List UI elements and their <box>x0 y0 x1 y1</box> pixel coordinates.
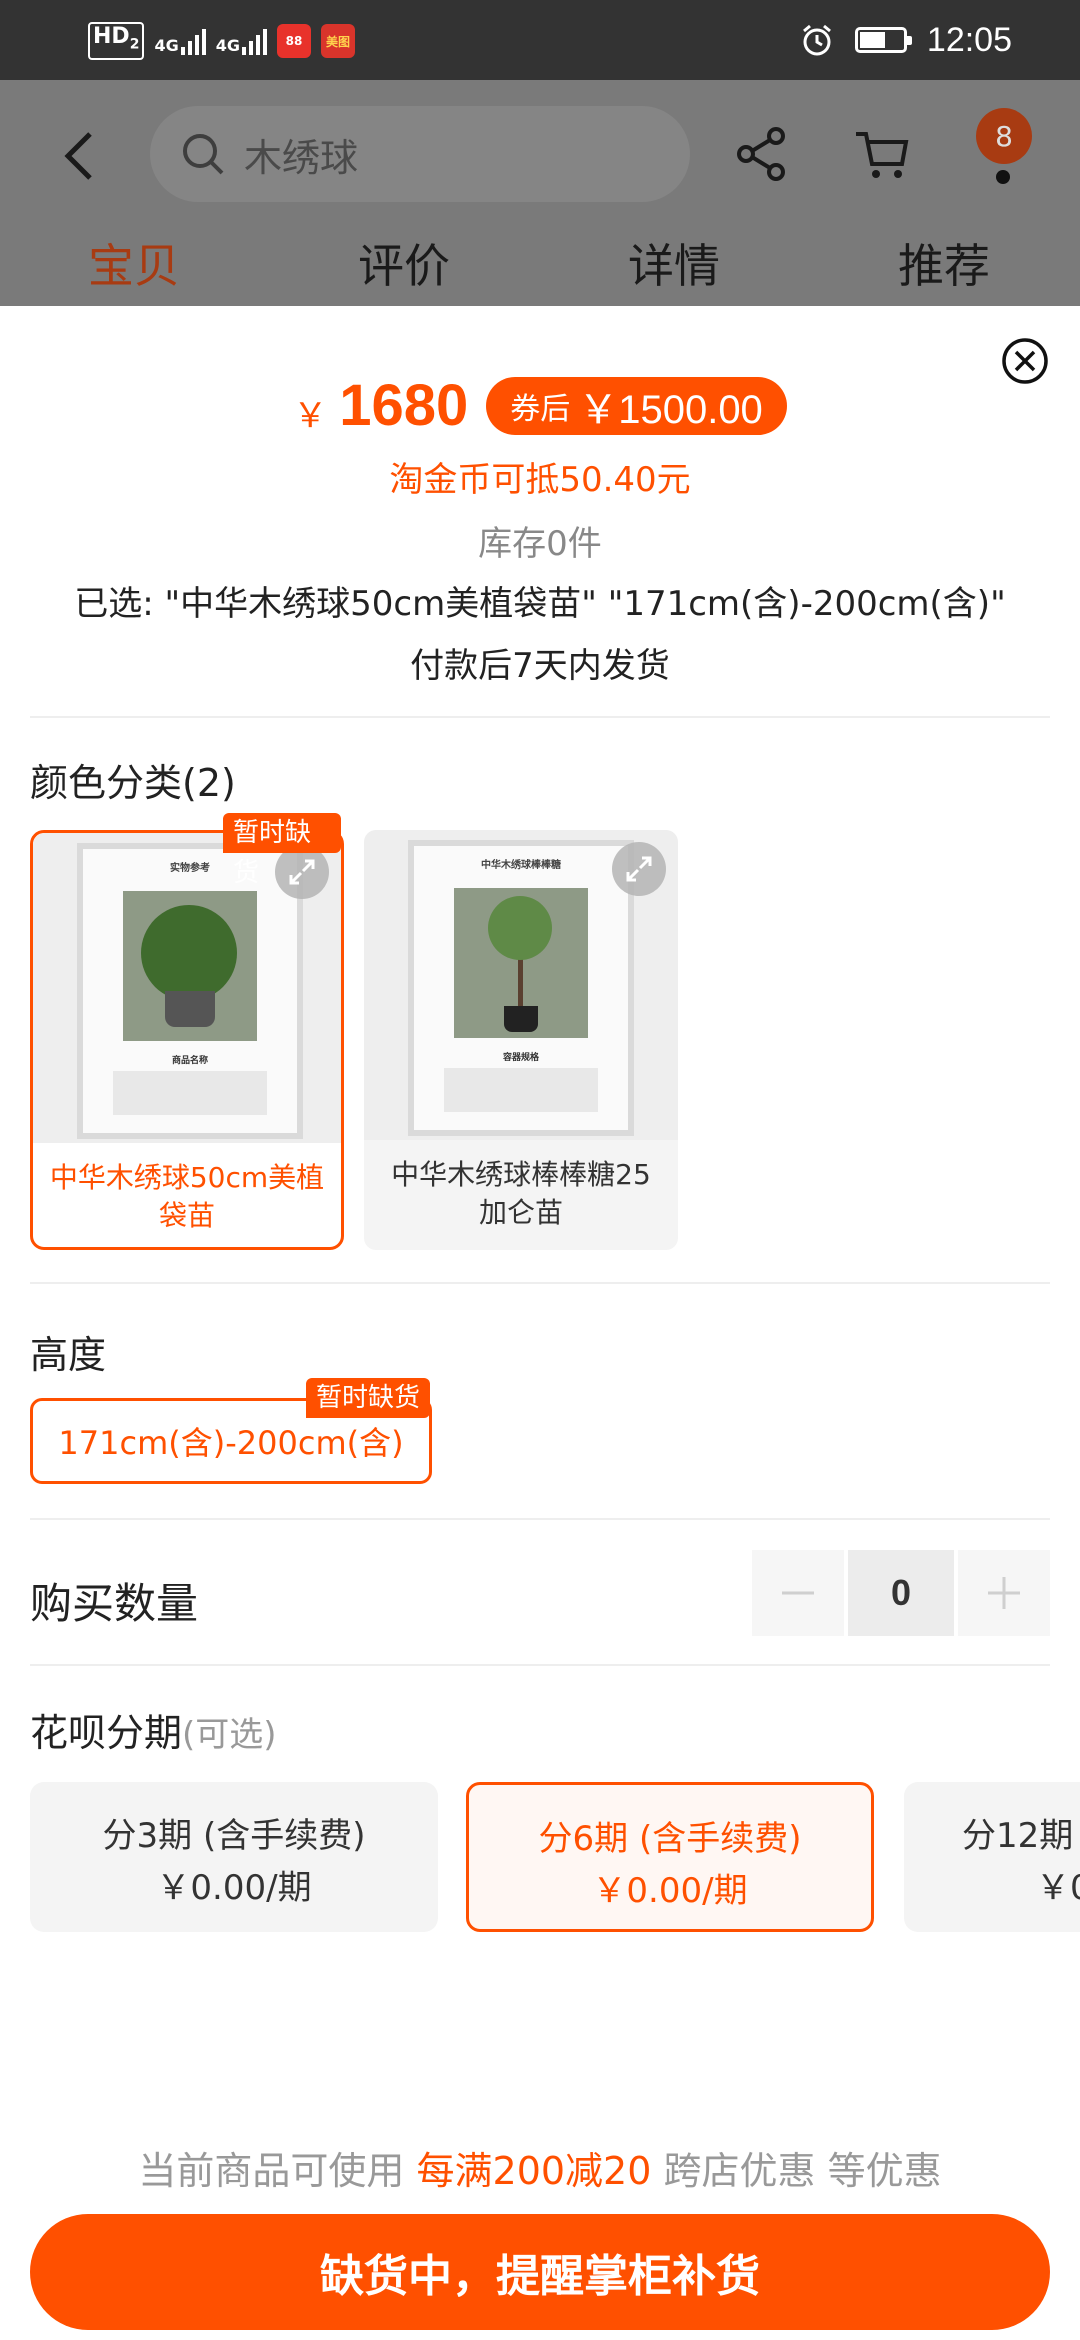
app-icon-1-text: 88 <box>285 34 303 48</box>
divider <box>30 1282 1050 1284</box>
decrease-button[interactable] <box>752 1550 844 1636</box>
installment-section-title: 花呗分期(可选) <box>30 1702 277 1757</box>
poster-title: 中华木绣球棒棒糖 <box>481 860 561 871</box>
clock: 12:05 <box>926 20 1012 59</box>
promo-suffix: 跨店优惠 等优惠 <box>663 2149 942 2193</box>
product-poster: 中华木绣球棒棒糖 容器规格 <box>408 840 634 1136</box>
sku-selection-sheet: ￥ 1680 券后 ￥1500.00 淘金币可抵50.40元 库存0件 已选: … <box>0 306 1080 2340</box>
color-option-label: 中华木绣球50cm美植袋苗 <box>49 1161 325 1232</box>
more-menu-icon[interactable] <box>996 170 1010 184</box>
expand-icon[interactable] <box>612 842 666 896</box>
out-of-stock-tag: 暂时缺货 <box>306 1378 431 1418</box>
installment-title: 花呗分期 <box>30 1711 183 1755</box>
minus-icon <box>782 1591 814 1595</box>
signal-bars-icon <box>241 27 267 55</box>
promo-prefix: 当前商品可使用 <box>138 2149 405 2193</box>
quantity-stepper: 0 <box>752 1550 1050 1636</box>
share-icon[interactable] <box>732 124 792 184</box>
alarm-icon <box>802 24 831 56</box>
network-type-1: 4G <box>154 36 179 55</box>
search-query: 木绣球 <box>244 135 359 180</box>
coin-deduction-text: 淘金币可抵50.40元 <box>389 460 691 500</box>
stock-text: 库存0件 <box>478 524 602 564</box>
product-tabs: 宝贝 评价 详情 推荐 <box>0 230 1080 306</box>
coupon-price: ￥1500.00 <box>578 387 763 432</box>
sim-number: 2 <box>129 36 140 53</box>
increase-button[interactable] <box>958 1550 1050 1636</box>
search-icon <box>183 134 224 175</box>
cart-count-badge[interactable]: 8 <box>976 108 1032 164</box>
signal-bars-icon <box>180 27 206 55</box>
installment-period: 分3期 (含手续费) <box>102 1816 366 1856</box>
divider <box>30 1664 1050 1666</box>
battery-level <box>859 32 886 48</box>
tab-baobei[interactable]: 宝贝 <box>34 230 234 296</box>
tab-recommend[interactable]: 推荐 <box>844 230 1044 296</box>
expand-icon[interactable] <box>275 845 329 899</box>
search-bar[interactable]: 木绣球 <box>150 106 690 202</box>
color-option-image: 实物参考 商品名称 <box>33 833 341 1143</box>
promo-highlight[interactable]: 每满200减20 <box>417 2149 652 2193</box>
divider <box>30 1518 1050 1520</box>
coupon-label: 券后 <box>510 391 571 427</box>
price-row: ￥ 1680 券后 ￥1500.00 <box>0 372 1080 439</box>
installment-option-12[interactable]: 分12期 (含手续费) ￥0.00/期 <box>904 1782 1080 1932</box>
cart-icon[interactable] <box>852 124 912 184</box>
hd-indicator: HD2 <box>88 22 145 60</box>
quantity-value[interactable]: 0 <box>848 1550 954 1636</box>
divider <box>30 716 1050 718</box>
out-of-stock-tag: 暂时缺货 <box>223 813 341 888</box>
installment-amount: ￥0.00/期 <box>156 1868 312 1908</box>
poster-text-block <box>113 1071 267 1115</box>
color-option-image: 中华木绣球棒棒糖 容器规格 <box>364 830 678 1140</box>
poster-name: 商品名称 <box>171 1056 208 1066</box>
color-option-50cm-bag[interactable]: 实物参考 商品名称 中华木绣球50cm美植袋苗 暂时缺货 <box>30 813 344 1250</box>
installment-optional-hint: (可选) <box>182 1715 277 1755</box>
coupon-price-badge: 券后 ￥1500.00 <box>486 376 787 435</box>
plus-icon <box>988 1577 1020 1609</box>
status-bar: HD2 4G 4G 88 美图 12:05 <box>0 0 1080 80</box>
installment-period: 分6期 (含手续费) <box>538 1819 802 1859</box>
signal-2: 4G <box>216 27 267 55</box>
tab-reviews[interactable]: 评价 <box>304 230 504 296</box>
installment-option-6[interactable]: 分6期 (含手续费) ￥0.00/期 <box>466 1782 874 1932</box>
poster-text-block <box>444 1068 598 1112</box>
app-notification-icon: 88 <box>276 24 311 58</box>
shrub-photo <box>123 891 257 1041</box>
status-left: HD2 4G 4G 88 美图 <box>88 22 355 60</box>
restock-reminder-button[interactable]: 缺货中，提醒掌柜补货 <box>30 2214 1050 2330</box>
color-option-lollipop-25gal[interactable]: 中华木绣球棒棒糖 容器规格 中华木绣球棒棒糖25加仑苗 <box>364 830 678 1250</box>
selected-spec-text: 已选: "中华木绣球50cm美植袋苗" "171cm(含)-200cm(含)" <box>74 584 1006 624</box>
app-notification-icon: 美图 <box>320 24 355 58</box>
signal-1: 4G <box>154 27 206 55</box>
battery-icon <box>854 27 912 53</box>
currency-symbol: ￥ <box>293 396 328 436</box>
installment-amount: ￥0.00/期 <box>1036 1868 1080 1908</box>
app-icon-2-text: 美图 <box>325 34 350 49</box>
status-right: 12:05 <box>799 18 1012 62</box>
color-option-label: 中华木绣球棒棒糖25加仑苗 <box>391 1158 651 1229</box>
product-poster: 实物参考 商品名称 <box>77 843 303 1139</box>
price: 1680 <box>339 373 469 438</box>
poster-name: 容器规格 <box>502 1053 539 1063</box>
hd-text: HD <box>93 24 130 50</box>
back-arrow-icon[interactable] <box>56 126 100 186</box>
tab-details[interactable]: 详情 <box>574 230 774 296</box>
color-section-title: 颜色分类(2) <box>30 761 236 805</box>
installment-amount: ￥0.00/期 <box>592 1871 748 1911</box>
installment-period: 分12期 (含手续费) <box>962 1816 1080 1856</box>
promotion-text: 当前商品可使用 每满200减20 跨店优惠 等优惠 <box>0 2140 1080 2195</box>
installment-option-3[interactable]: 分3期 (含手续费) ￥0.00/期 <box>30 1782 438 1932</box>
network-type-2: 4G <box>215 36 240 55</box>
shipping-time-text: 付款后7天内发货 <box>410 646 670 686</box>
poster-title: 实物参考 <box>170 863 210 874</box>
tree-photo <box>454 888 588 1038</box>
dimmed-product-header: 木绣球 8 宝贝 评价 详情 推荐 <box>0 80 1080 306</box>
quantity-label: 购买数量 <box>30 1579 199 1628</box>
height-section-title: 高度 <box>30 1333 107 1377</box>
